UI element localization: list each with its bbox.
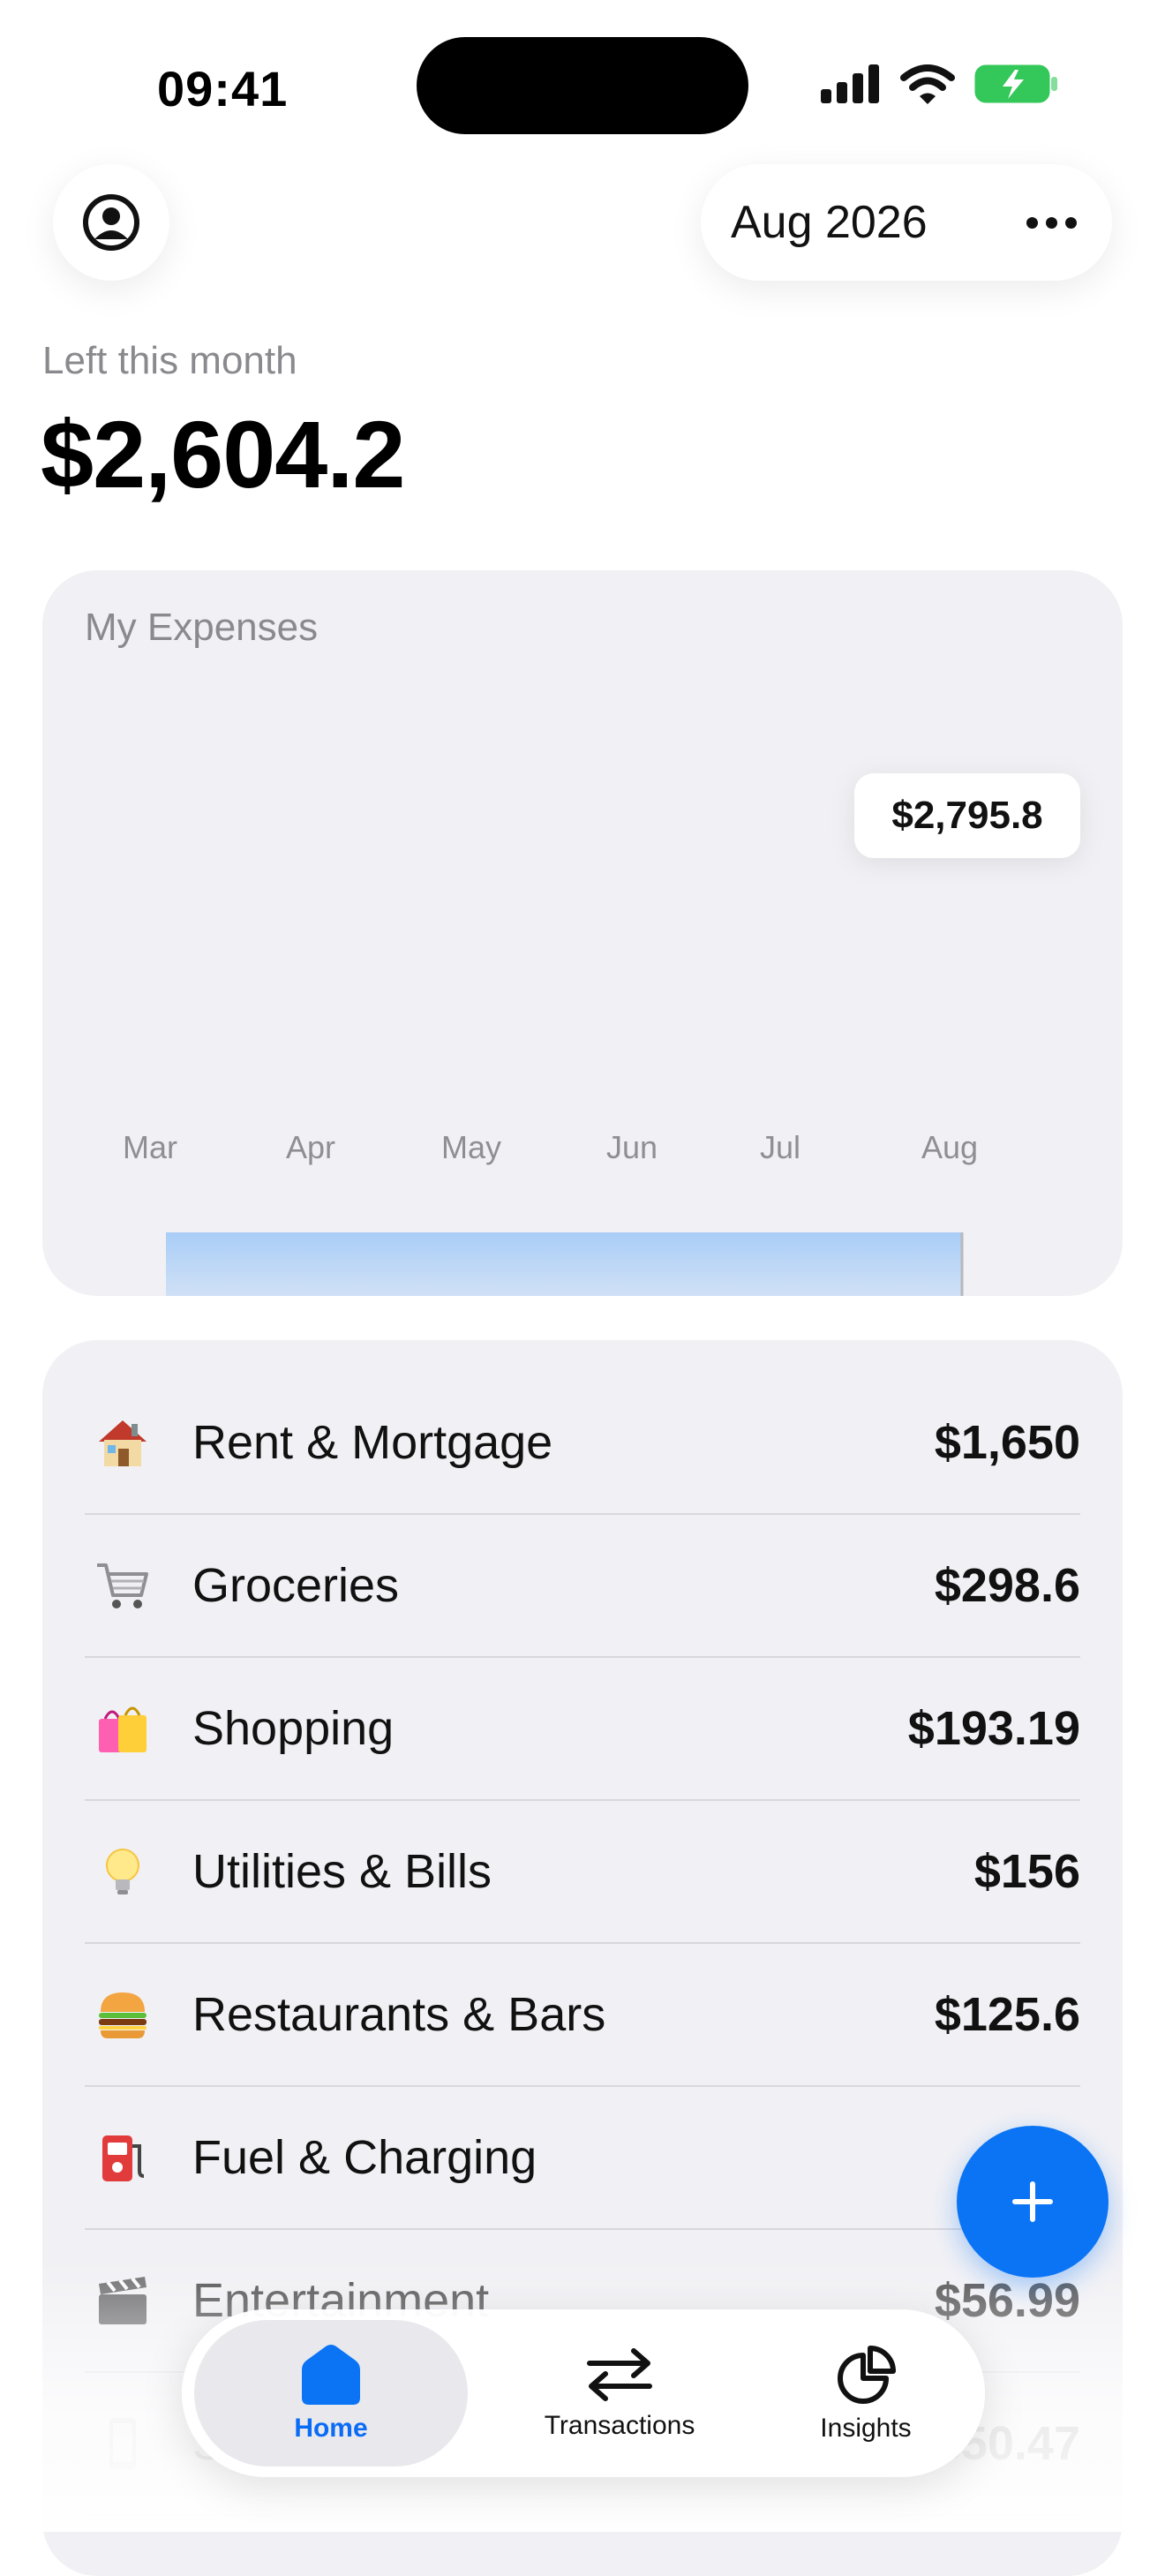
tab-home[interactable]: Home <box>194 2320 468 2467</box>
category-name: Shopping <box>192 1702 395 1755</box>
tab-label: Transactions <box>544 2411 695 2440</box>
category-amount: $298.6 <box>934 1559 1080 1612</box>
status-time: 09:41 <box>157 61 289 117</box>
profile-button[interactable] <box>53 164 169 281</box>
category-row[interactable]: Restaurants & Bars $125.6 <box>85 1944 1080 2087</box>
status-icons <box>821 64 1059 104</box>
x-tick-label: May <box>441 1129 501 1165</box>
chart-tooltip-value: $2,795.8 <box>891 794 1042 837</box>
category-name: Rent & Mortgage <box>192 1416 553 1469</box>
tab-label: Home <box>294 2414 368 2443</box>
category-row[interactable]: Fuel & Charging$1 <box>85 2087 1080 2230</box>
x-tick-label: Jun <box>606 1129 658 1165</box>
light-bulb-icon <box>92 1841 154 1902</box>
chart-area-fill <box>166 1232 962 1296</box>
period-label: Aug 2026 <box>731 197 928 248</box>
category-name: Utilities & Bills <box>192 1845 492 1898</box>
wifi-icon <box>900 64 955 104</box>
expenses-chart-card[interactable]: My Expenses Mar Apr May Jun Jul Aug $2,795.8 <box>42 570 1123 1296</box>
balance-caption: Left this month <box>42 339 297 382</box>
category-name: Fuel & Charging <box>192 2131 537 2184</box>
category-name: Restaurants & Bars <box>192 1988 606 2041</box>
dynamic-island <box>417 37 748 134</box>
tab-bar: Home Transactions Insights <box>182 2309 985 2477</box>
category-row[interactable]: Groceries $298.6 <box>85 1515 1080 1658</box>
add-transaction-button[interactable] <box>957 2126 1109 2278</box>
shopping-bags-icon <box>92 1698 154 1759</box>
x-tick-label: Mar <box>123 1129 177 1165</box>
house-fill-icon <box>302 2345 360 2405</box>
x-tick-label: Apr <box>286 1129 335 1165</box>
category-row[interactable]: Shopping $193.19 <box>85 1658 1080 1801</box>
category-row[interactable]: Utilities & Bills $156 <box>85 1801 1080 1944</box>
chart-tooltip: $2,795.8 <box>854 773 1080 858</box>
expenses-chart: Mar Apr May Jun Jul Aug $2,795.8 <box>123 773 1080 1296</box>
period-selector[interactable]: Aug 2026 <box>701 164 1112 281</box>
tab-insights[interactable]: Insights <box>764 2320 967 2467</box>
tab-label: Insights <box>820 2414 912 2443</box>
category-row[interactable]: Rent & Mortgage $1,650 <box>85 1372 1080 1515</box>
house-icon <box>92 1412 154 1473</box>
arrows-exchange-icon <box>587 2348 652 2401</box>
plus-icon <box>1012 2181 1053 2222</box>
battery-charging-icon <box>974 64 1057 103</box>
balance-amount: $2,604.2 <box>41 401 405 508</box>
tab-transactions[interactable]: Transactions <box>496 2320 743 2467</box>
category-amount: $125.6 <box>934 1988 1080 2041</box>
fuel-pump-icon <box>92 2127 154 2188</box>
cellular-signal-icon <box>821 64 879 103</box>
pie-chart-icon <box>838 2346 896 2404</box>
category-name: Groceries <box>192 1559 400 1612</box>
shopping-cart-icon <box>92 1555 154 1616</box>
burger-icon <box>92 1984 154 2045</box>
category-amount: $193.19 <box>907 1702 1080 1755</box>
category-amount: $156 <box>973 1845 1080 1898</box>
ellipsis-icon[interactable] <box>1026 216 1077 229</box>
person-circle-icon <box>83 194 139 251</box>
category-amount: $1,650 <box>934 1416 1080 1469</box>
x-tick-label: Aug <box>921 1129 978 1165</box>
x-tick-label: Jul <box>760 1129 800 1165</box>
